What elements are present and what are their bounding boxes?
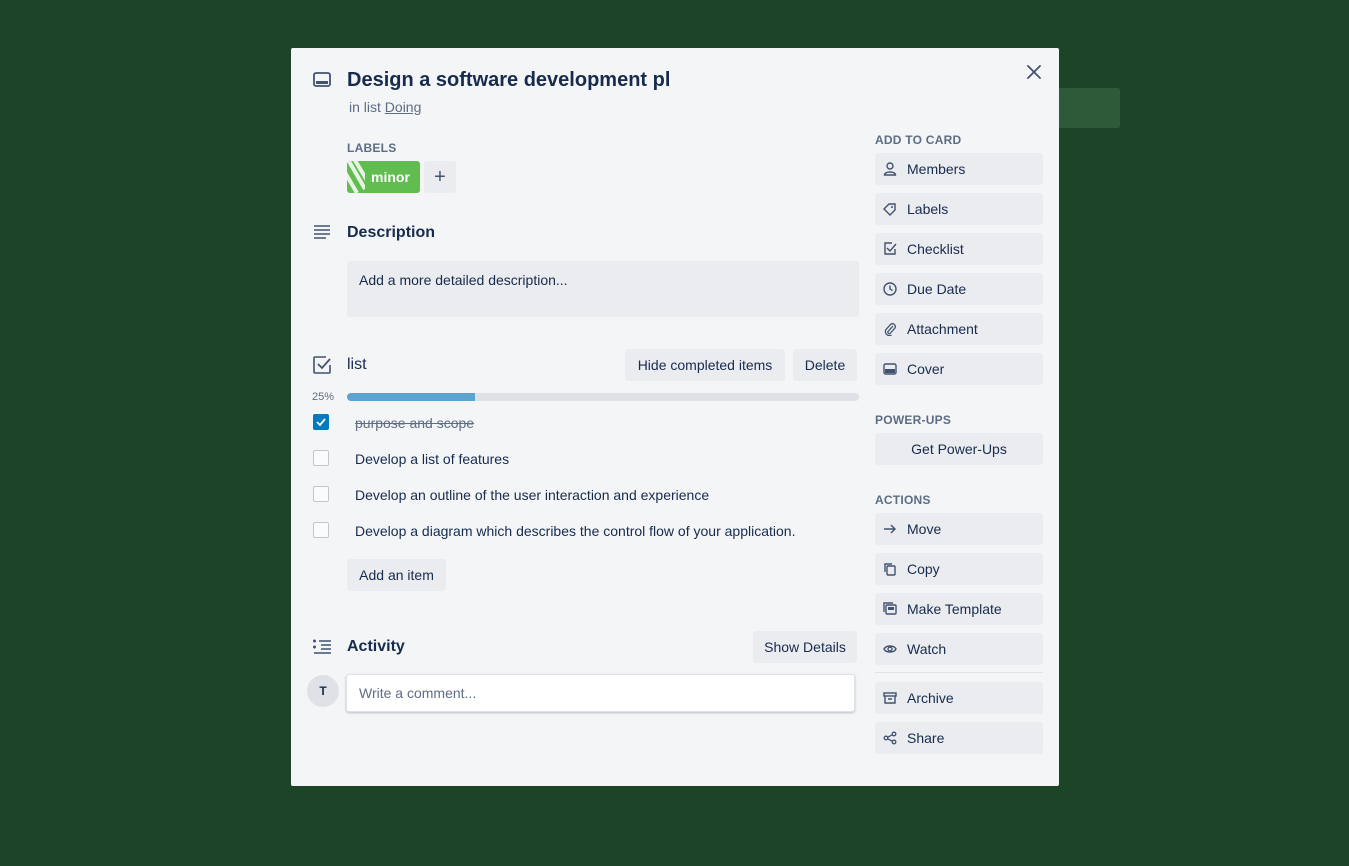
share-button[interactable]: Share [875, 722, 1043, 754]
share-label: Share [907, 730, 945, 746]
power-ups-heading: POWER-UPS [875, 413, 952, 427]
labels-button[interactable]: Labels [875, 193, 1043, 225]
checklist-item-checkbox[interactable] [313, 450, 329, 466]
move-label: Move [907, 521, 942, 537]
members-button[interactable]: Members [875, 153, 1043, 185]
attachment-button[interactable]: Attachment [875, 313, 1043, 345]
description-heading: Description [347, 224, 436, 241]
make-template-label: Make Template [907, 601, 1002, 617]
add-to-card-heading: ADD TO CARD [875, 133, 962, 147]
person-icon [883, 162, 897, 176]
comment-placeholder: Write a comment... [359, 685, 477, 701]
checklist-button[interactable]: Checklist [875, 233, 1043, 265]
card-detail-modal: Design a software development pl in list… [291, 48, 1059, 786]
archive-button[interactable]: Archive [875, 682, 1043, 714]
checkmark-icon [316, 418, 326, 427]
checklist-item-text[interactable]: Develop a diagram which describes the co… [355, 523, 795, 539]
description-placeholder: Add a more detailed description... [359, 272, 568, 288]
clock-icon [883, 282, 897, 296]
get-power-ups-button[interactable]: Get Power-Ups [875, 433, 1043, 465]
checkbox-icon [884, 242, 897, 255]
checklist-title[interactable]: list [347, 356, 367, 374]
delete-checklist-button[interactable]: Delete [793, 349, 857, 381]
label-chip-text: minor [371, 169, 410, 185]
watch-button[interactable]: Watch [875, 633, 1043, 665]
actions-heading: ACTIONS [875, 493, 931, 507]
attachment-label: Attachment [907, 321, 978, 337]
checklist-item-checkbox[interactable] [313, 522, 329, 538]
checklist-icon [313, 356, 331, 374]
due-date-label: Due Date [907, 281, 967, 297]
hide-completed-button[interactable]: Hide completed items [625, 349, 785, 381]
activity-heading: Activity [347, 638, 405, 655]
label-chip-minor[interactable]: minor [347, 161, 420, 193]
background-list-placeholder [1057, 88, 1120, 128]
cover-icon [883, 363, 897, 375]
checklist-item-text[interactable]: Develop a list of features [355, 451, 509, 467]
watch-label: Watch [907, 641, 947, 657]
share-icon [883, 731, 897, 745]
checklist-item-text[interactable]: purpose and scope [355, 415, 474, 431]
arrow-right-icon [884, 524, 896, 534]
add-label-button[interactable]: + [424, 161, 456, 193]
archive-icon [883, 692, 897, 704]
checklist-item-checkbox[interactable] [313, 486, 329, 502]
add-checklist-item-button[interactable]: Add an item [347, 559, 446, 591]
checklist-item-text[interactable]: Develop an outline of the user interacti… [355, 487, 709, 503]
checklist-item-checkbox[interactable] [313, 414, 329, 430]
show-details-button[interactable]: Show Details [753, 631, 857, 663]
cover-button[interactable]: Cover [875, 353, 1043, 385]
due-date-button[interactable]: Due Date [875, 273, 1043, 305]
card-title[interactable]: Design a software development pl [347, 69, 670, 92]
comment-input[interactable]: Write a comment... [346, 674, 855, 712]
close-icon[interactable] [1024, 62, 1044, 82]
card-list-info: in list Doing [349, 99, 421, 115]
checklist-progress-fill [347, 393, 475, 401]
make-template-button[interactable]: Make Template [875, 593, 1043, 625]
description-icon [314, 225, 330, 239]
tag-icon [883, 203, 896, 216]
get-power-ups-label: Get Power-Ups [911, 441, 1007, 457]
paperclip-icon [884, 323, 896, 336]
archive-label: Archive [907, 690, 954, 706]
members-label: Members [907, 161, 966, 177]
eye-icon [883, 645, 897, 653]
card-icon [313, 72, 331, 87]
avatar[interactable]: T [307, 675, 339, 707]
activity-icon [313, 639, 331, 654]
checklist-label: Checklist [907, 241, 964, 257]
actions-divider [875, 672, 1043, 673]
list-link[interactable]: Doing [385, 99, 422, 115]
template-icon [883, 602, 897, 615]
copy-label: Copy [907, 561, 940, 577]
copy-icon [884, 563, 896, 576]
checklist-progress-percent: 25% [312, 391, 335, 403]
checklist-progress-bar [347, 393, 859, 401]
cover-label: Cover [907, 361, 945, 377]
move-button[interactable]: Move [875, 513, 1043, 545]
copy-button[interactable]: Copy [875, 553, 1043, 585]
description-editor[interactable]: Add a more detailed description... [347, 261, 859, 317]
labels-heading: LABELS [347, 141, 397, 155]
in-list-prefix: in list [349, 99, 381, 115]
labels-label: Labels [907, 201, 949, 217]
